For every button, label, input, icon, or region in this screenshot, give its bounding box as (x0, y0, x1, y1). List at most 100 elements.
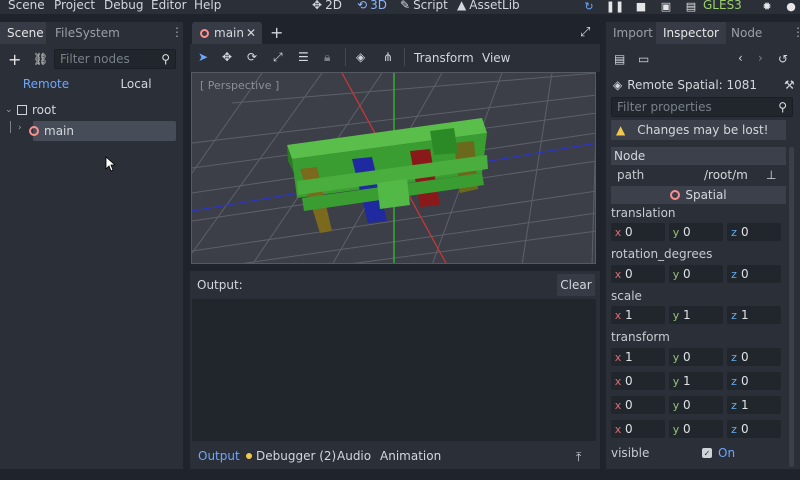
translation-z-field[interactable]: z0 (727, 223, 781, 241)
transform-r1-y-field[interactable]: y1 (669, 372, 723, 390)
local-button[interactable]: Local (92, 74, 180, 94)
local-space-icon[interactable]: ◈ (356, 50, 365, 64)
pin-icon[interactable]: ⊥ (766, 168, 776, 182)
history-forward-icon[interactable]: › (758, 51, 763, 65)
filter-nodes-input[interactable]: Filter nodes ⚲ (54, 49, 176, 69)
transform-menu[interactable]: Transform (414, 51, 474, 65)
menu-editor[interactable]: Editor (151, 0, 187, 12)
dock-menu-icon[interactable]: ⋮ (792, 25, 800, 39)
tab-output[interactable]: Output (198, 449, 240, 463)
toolbar-separator (404, 48, 405, 66)
path-value[interactable]: /root/m (704, 168, 748, 182)
snap-icon[interactable]: ⋔ (383, 50, 393, 64)
transform-r2-x-field[interactable]: x0 (611, 396, 665, 414)
select-tool-icon[interactable]: ➤ (198, 50, 208, 64)
view-menu[interactable]: View (482, 51, 510, 65)
menu-debug[interactable]: Debug (104, 0, 143, 12)
rotation-y-field[interactable]: y0 (669, 265, 723, 283)
perspective-label[interactable]: [ Perspective ] (200, 79, 279, 92)
menu-project[interactable]: Project (54, 0, 95, 12)
distraction-free-icon[interactable]: ⤢ (580, 25, 590, 40)
object-menu-icon[interactable]: ⚒ (784, 78, 795, 92)
history-icon[interactable]: ↺ (778, 52, 788, 66)
stop-icon[interactable]: ■ (634, 0, 648, 13)
dock-menu-icon[interactable]: ⋮ (171, 25, 183, 39)
mode-assetlib-button[interactable]: ▲ AssetLib (457, 0, 520, 12)
inspector-scrollbar[interactable] (789, 147, 794, 467)
tab-scene[interactable]: Scene (0, 22, 46, 44)
scale-z-field[interactable]: z1 (727, 306, 781, 324)
transform-r0-z-field[interactable]: z0 (727, 348, 781, 366)
list-select-icon[interactable]: ☰ (298, 50, 309, 64)
tab-inspector[interactable]: Inspector (656, 22, 726, 44)
collapse-icon[interactable]: ⌄ (5, 105, 15, 115)
translation-x-field[interactable]: x0 (611, 223, 665, 241)
transform-r3-x-field[interactable]: x0 (611, 420, 665, 438)
transform-r0-y-field[interactable]: y0 (669, 348, 723, 366)
mode-3d-button[interactable]: ⟲ 3D (357, 0, 387, 12)
close-icon[interactable]: ✕ (246, 26, 256, 40)
add-node-icon[interactable]: + (8, 50, 21, 69)
tab-audio[interactable]: Audio (337, 449, 371, 463)
spatial-section-header[interactable]: Spatial (611, 186, 786, 204)
filter-properties-input[interactable]: Filter properties ⚲ (611, 97, 793, 117)
rotation-x-field[interactable]: x0 (611, 265, 665, 283)
spatial-icon (29, 126, 39, 136)
rotation-label: rotation_degrees (611, 247, 713, 261)
expand-icon[interactable]: › (18, 123, 22, 133)
tab-import[interactable]: Import (606, 22, 660, 44)
move-icon: ✥ (312, 0, 323, 12)
search-icon: ⚲ (161, 52, 170, 66)
script-icon: ✎ (400, 0, 411, 12)
spatial-section-label: Spatial (685, 188, 727, 202)
clear-button[interactable]: Clear (557, 274, 595, 296)
tab-debugger[interactable]: Debugger (2) (246, 449, 336, 463)
transform-r3-z-field[interactable]: z0 (727, 420, 781, 438)
scale-y-field[interactable]: y1 (669, 306, 723, 324)
scale-tool-icon[interactable]: ⤢ (273, 50, 283, 65)
remote-button[interactable]: Remote (0, 74, 92, 94)
translation-y-field[interactable]: y0 (669, 223, 723, 241)
transform-r1-x-field[interactable]: x0 (611, 372, 665, 390)
expand-panel-icon[interactable]: ⤒ (576, 450, 581, 465)
mode-2d-button[interactable]: ✥ 2D (312, 0, 342, 12)
node-section-header[interactable]: Node (611, 147, 786, 165)
checkbox-icon: ✓ (702, 448, 712, 458)
history-back-icon[interactable]: ‹ (738, 51, 743, 65)
spatial-icon (670, 190, 681, 200)
renderer-label[interactable]: GLES3 (703, 0, 742, 12)
tab-main[interactable]: main ✕ (192, 22, 262, 44)
transform-r0-x-field[interactable]: x1 (611, 348, 665, 366)
visible-checkbox[interactable]: ✓ On (702, 446, 735, 460)
mode-script-button[interactable]: ✎ Script (400, 0, 448, 12)
menu-help[interactable]: Help (194, 0, 221, 12)
filter-nodes-placeholder: Filter nodes (60, 52, 130, 66)
reload-icon[interactable]: ↻ (582, 0, 596, 13)
3d-viewport[interactable]: [ Perspective ] (191, 72, 596, 264)
output-title: Output: (197, 278, 243, 292)
tab-debugger-label: Debugger (2) (256, 449, 337, 463)
link-icon[interactable]: ⛓ (33, 52, 48, 66)
tab-filesystem[interactable]: FileSystem (48, 22, 127, 44)
open-resource-icon[interactable]: ▭ (638, 52, 649, 66)
move-tool-icon[interactable]: ✥ (222, 50, 232, 64)
rotate-tool-icon[interactable]: ⟳ (247, 50, 257, 64)
tab-node[interactable]: Node (724, 22, 769, 44)
add-tab-icon[interactable]: + (270, 23, 283, 42)
rotation-z-field[interactable]: z0 (727, 265, 781, 283)
transform-r2-y-field[interactable]: y0 (669, 396, 723, 414)
new-resource-icon[interactable]: ▤ (614, 52, 625, 66)
tree-item-root[interactable]: ⌄ root (5, 100, 177, 120)
transform-r2-z-field[interactable]: z1 (727, 396, 781, 414)
tree-item-main[interactable]: main (29, 121, 176, 141)
pause-icon[interactable]: ❚❚ (606, 0, 624, 13)
play-scene-icon[interactable]: ▣ (659, 0, 673, 13)
scale-x-field[interactable]: x1 (611, 306, 665, 324)
play-custom-icon[interactable]: ▤ (684, 0, 698, 13)
output-log[interactable] (192, 299, 596, 441)
lock-icon[interactable]: 🔒︎ (324, 50, 330, 65)
transform-r1-z-field[interactable]: z0 (727, 372, 781, 390)
menu-scene[interactable]: Scene (8, 0, 45, 12)
tab-animation[interactable]: Animation (380, 449, 441, 463)
transform-r3-y-field[interactable]: y0 (669, 420, 723, 438)
